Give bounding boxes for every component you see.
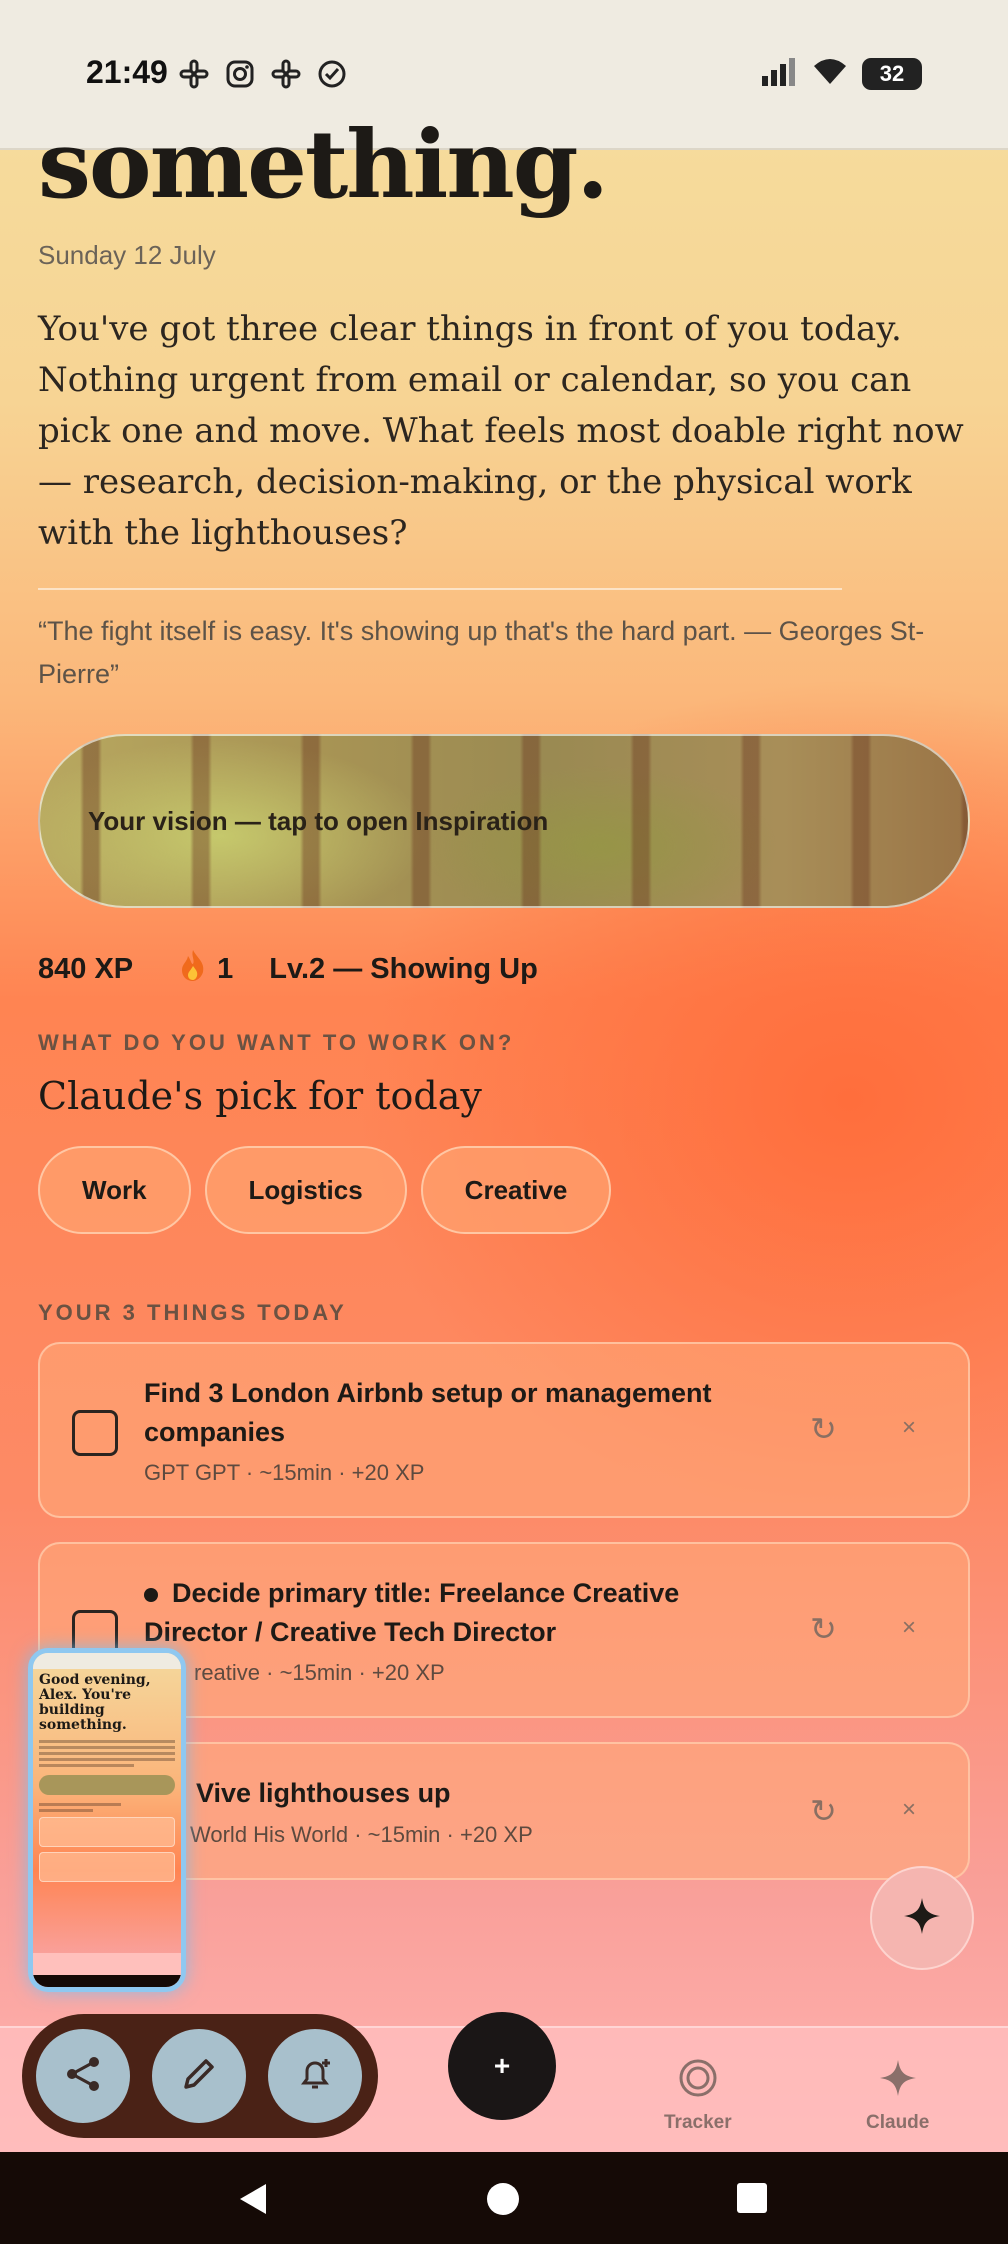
chip-work[interactable]: Work	[38, 1146, 191, 1234]
system-icons: 32	[760, 56, 922, 91]
recents-icon[interactable]	[736, 2182, 768, 2219]
level-label: Lv.2 — Showing Up	[269, 952, 538, 985]
wifi-icon	[812, 56, 848, 91]
task-meta: reative · ~15min · +20 XP	[194, 1660, 445, 1685]
close-icon[interactable]: ×	[902, 1614, 916, 1642]
sparkle-icon	[878, 2058, 918, 2104]
stats-row: 840 XP 1 Lv.2 — Showing Up	[38, 948, 538, 990]
today-date: Sunday 12 July	[38, 240, 216, 270]
task-title-text: Decide primary title: Freelance Creative…	[144, 1578, 680, 1647]
ask-claude-button[interactable]	[870, 1866, 974, 1970]
task-checkbox[interactable]	[72, 1410, 118, 1456]
home-icon[interactable]	[486, 2182, 520, 2221]
thumb-status-bar	[33, 1653, 181, 1669]
tasks-section-label: YOUR 3 THINGS TODAY	[38, 1300, 347, 1325]
tab-claude[interactable]: Claude	[866, 2058, 929, 2134]
vision-banner[interactable]: Your vision — tap to open Inspiration	[38, 734, 970, 908]
greeting-heading: something.	[38, 110, 609, 220]
chip-logistics[interactable]: Logistics	[204, 1146, 407, 1234]
back-icon[interactable]	[236, 2182, 270, 2221]
signal-icon	[760, 56, 798, 91]
vision-label: Your vision — tap to open Inspiration	[88, 806, 549, 836]
tab-claude-label: Claude	[866, 2112, 930, 2133]
chip-creative[interactable]: Creative	[420, 1146, 612, 1234]
bell-plus-icon	[294, 2053, 336, 2100]
screenshot-thumbnail[interactable]: Good evening, Alex. You're building some…	[28, 1648, 186, 1992]
task-title: Vive lighthouses up	[196, 1778, 451, 1808]
daily-quote: “The fight itself is easy. It's showing …	[38, 616, 925, 689]
tab-tracker-label: Tracker	[664, 2112, 732, 2133]
thumb-greeting: Good evening, Alex. You're building some…	[39, 1672, 151, 1733]
task-card[interactable]: Find 3 London Airbnb setup or management…	[38, 1342, 970, 1518]
active-dot-icon	[144, 1587, 158, 1602]
thumb-vision-banner	[39, 1775, 175, 1795]
slack-icon	[270, 58, 302, 90]
refresh-icon[interactable]: ↻	[810, 1410, 837, 1448]
category-chips: Work Logistics Creative	[38, 1146, 612, 1234]
battery-icon: 32	[862, 57, 922, 90]
thumb-text-lines	[33, 1740, 181, 1767]
refresh-icon[interactable]: ↻	[810, 1792, 837, 1830]
add-reminder-button[interactable]	[268, 2029, 362, 2123]
target-icon	[678, 2058, 718, 2104]
sparkle-icon	[902, 1896, 942, 1941]
divider	[38, 588, 842, 590]
thumb-system-nav	[33, 1975, 181, 1987]
xp-total: 840 XP	[38, 952, 134, 985]
task-meta: World His World · ~15min · +20 XP	[190, 1822, 533, 1847]
screenshot-share-tray	[22, 2014, 378, 2138]
share-button[interactable]	[36, 2029, 130, 2123]
status-time: 21:49	[86, 54, 168, 90]
check-circle-icon	[316, 58, 348, 90]
claudes-pick-title: Claude's pick for today	[38, 1074, 482, 1118]
instagram-icon	[224, 58, 256, 90]
tab-tracker[interactable]: Tracker	[664, 2058, 732, 2134]
share-icon	[62, 2053, 104, 2100]
edit-button[interactable]	[152, 2029, 246, 2123]
thumb-text-lines	[33, 1803, 181, 1812]
daily-briefing: You've got three clear things in front o…	[38, 309, 964, 553]
slack-icon	[178, 58, 210, 90]
close-icon[interactable]: ×	[902, 1414, 916, 1442]
streak: 1	[179, 948, 233, 990]
thumb-task-card	[39, 1817, 175, 1847]
close-icon[interactable]: ×	[902, 1796, 916, 1824]
system-nav-bar	[0, 2152, 1008, 2244]
task-title: Find 3 London Airbnb setup or management…	[144, 1378, 712, 1447]
add-task-button[interactable]: +	[448, 2012, 556, 2120]
notification-icons	[178, 58, 348, 90]
refresh-icon[interactable]: ↻	[810, 1610, 837, 1648]
pencil-icon	[178, 2053, 220, 2100]
task-title: Decide primary title: Freelance Creative…	[144, 1574, 784, 1652]
focus-section-label: WHAT DO YOU WANT TO WORK ON?	[38, 1030, 515, 1055]
streak-count: 1	[217, 952, 234, 985]
fire-icon	[179, 948, 207, 990]
thumb-task-card	[39, 1852, 175, 1882]
task-meta: GPT GPT · ~15min · +20 XP	[144, 1460, 425, 1485]
